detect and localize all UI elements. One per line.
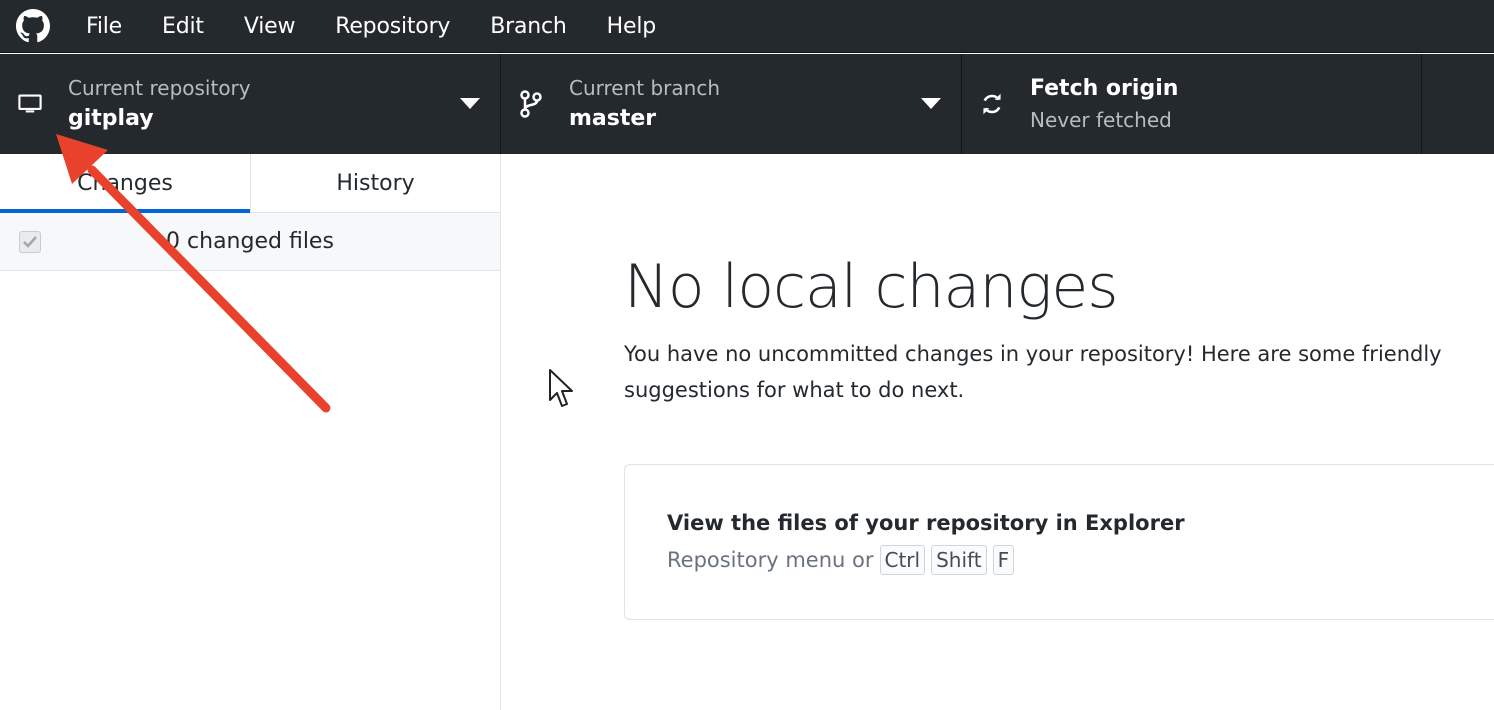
caret-down-icon — [921, 98, 941, 109]
explorer-suggestion-card[interactable]: View the files of your repository in Exp… — [624, 464, 1494, 620]
menu-branch[interactable]: Branch — [470, 0, 586, 53]
current-repository-value: gitplay — [68, 106, 154, 131]
menu-view[interactable]: View — [224, 0, 315, 53]
current-repository-label: Current repository — [68, 76, 251, 100]
kbd-ctrl: Ctrl — [879, 545, 926, 575]
sync-icon — [980, 92, 1004, 116]
checkmark-icon — [23, 236, 37, 248]
menu-bar: File Edit View Repository Branch Help — [0, 0, 1494, 53]
monitor-icon — [18, 92, 42, 116]
menu-repository[interactable]: Repository — [315, 0, 470, 53]
tab-changes[interactable]: Changes — [0, 154, 250, 213]
git-branch-icon — [519, 90, 543, 118]
mouse-cursor-icon — [548, 368, 576, 414]
kbd-f: F — [992, 545, 1015, 575]
explorer-suggestion-hint: Repository menu or Ctrl Shift F — [667, 545, 1015, 575]
fetch-status-label: Never fetched — [1030, 108, 1172, 132]
menu-help[interactable]: Help — [587, 0, 676, 53]
kbd-shift: Shift — [931, 545, 987, 575]
toolbar: Current repository gitplay Current branc… — [0, 54, 1494, 154]
main-panel: No local changes You have no uncommitted… — [502, 154, 1494, 710]
current-repository-button[interactable]: Current repository gitplay — [0, 54, 501, 154]
current-branch-value: master — [569, 106, 657, 131]
current-branch-text: Current branch master — [569, 73, 720, 135]
current-branch-button[interactable]: Current branch master — [501, 54, 962, 154]
changes-header: 0 changed files — [0, 213, 500, 271]
current-branch-label: Current branch — [569, 76, 720, 100]
fetch-origin-button[interactable]: Never fetched Fetch origin — [962, 54, 1422, 154]
page-title: No local changes — [624, 252, 1119, 322]
sidebar: Changes History 0 changed files — [0, 154, 501, 710]
changed-files-count: 0 changed files — [166, 229, 334, 254]
menu-file[interactable]: File — [66, 0, 142, 53]
no-changes-description: You have no uncommitted changes in your … — [624, 342, 1442, 402]
fetch-origin-label: Fetch origin — [1030, 76, 1179, 101]
fetch-origin-text: Never fetched Fetch origin — [1030, 73, 1178, 135]
menu-edit[interactable]: Edit — [142, 0, 224, 53]
caret-down-icon — [460, 98, 480, 109]
explorer-suggestion-title: View the files of your repository in Exp… — [667, 511, 1185, 535]
select-all-checkbox[interactable] — [19, 231, 41, 253]
github-logo-icon — [0, 0, 66, 53]
sidebar-tabs: Changes History — [0, 154, 500, 213]
tab-history[interactable]: History — [250, 154, 500, 212]
current-repository-text: Current repository gitplay — [68, 73, 251, 135]
hint-text: Repository menu or — [667, 548, 874, 572]
